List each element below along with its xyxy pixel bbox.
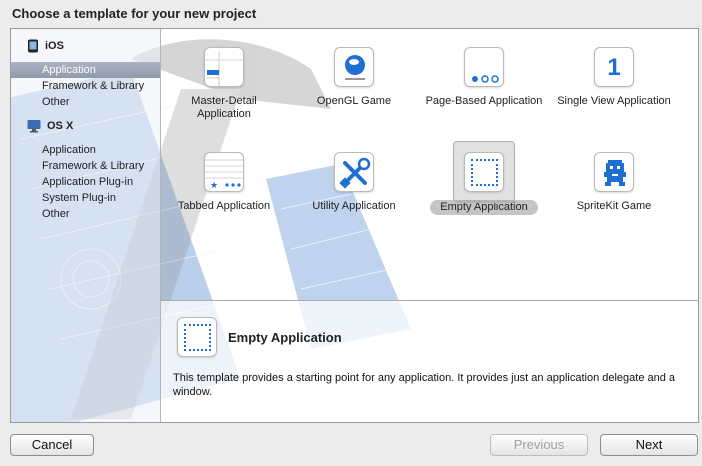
- template-category-sidebar: iOS Application Framework & Library Othe…: [11, 29, 161, 422]
- cancel-button[interactable]: Cancel: [10, 434, 94, 456]
- sidebar-item-ios-application[interactable]: Application: [11, 62, 160, 78]
- template-master-detail[interactable]: Master-Detail Application: [165, 47, 283, 121]
- template-label: OpenGL Game: [316, 95, 392, 107]
- description-title: Empty Application: [228, 330, 342, 345]
- template-opengl-game[interactable]: OpenGL Game: [295, 47, 413, 108]
- iphone-icon: [28, 39, 38, 53]
- template-tabbed[interactable]: ★ Tabbed Application: [165, 152, 283, 213]
- sidebar-group-ios: iOS: [27, 37, 64, 55]
- utility-icon: [334, 152, 374, 192]
- spritekit-icon: [594, 152, 634, 192]
- previous-button[interactable]: Previous: [490, 434, 588, 456]
- template-single-view[interactable]: 1 Single View Application: [555, 47, 673, 108]
- template-label: Page-Based Application: [425, 95, 543, 107]
- page-title: Choose a template for your new project: [12, 6, 257, 21]
- sidebar-item-osx-system-plugin[interactable]: System Plug-in: [11, 190, 160, 206]
- template-chooser-panel: iOS Application Framework & Library Othe…: [10, 28, 699, 423]
- sidebar-item-osx-framework-library[interactable]: Framework & Library: [11, 158, 160, 174]
- description-text: This template provides a starting point …: [173, 372, 676, 398]
- sidebar-item-osx-application[interactable]: Application: [11, 142, 160, 158]
- svg-text:★: ★: [210, 181, 218, 191]
- sidebar-group-osx: OS X: [27, 117, 73, 135]
- page-based-icon: [464, 47, 504, 87]
- template-empty-application[interactable]: Empty Application: [425, 141, 543, 215]
- sidebar-item-ios-framework-library[interactable]: Framework & Library: [11, 78, 160, 94]
- template-description-panel: Empty Application This template provides…: [161, 301, 698, 422]
- osx-icon: [27, 120, 41, 133]
- next-button[interactable]: Next: [600, 434, 698, 456]
- master-detail-icon: [204, 47, 244, 87]
- template-label: Single View Application: [557, 95, 671, 107]
- template-label: Utility Application: [312, 200, 396, 212]
- template-page-based[interactable]: Page-Based Application: [425, 47, 543, 108]
- sidebar-group-label: OS X: [47, 120, 74, 132]
- template-grid: Master-Detail Application OpenGL Game Pa…: [161, 29, 698, 300]
- sidebar-item-osx-application-plugin[interactable]: Application Plug-in: [11, 174, 160, 190]
- empty-application-icon: [177, 317, 217, 357]
- empty-application-icon: [464, 152, 504, 192]
- template-spritekit-game[interactable]: SpriteKit Game: [555, 152, 673, 213]
- tabbed-icon: ★: [204, 152, 244, 192]
- template-label: Master-Detail Application: [191, 95, 257, 120]
- sidebar-group-label: iOS: [45, 40, 64, 52]
- opengl-icon: [334, 47, 374, 87]
- template-label: SpriteKit Game: [576, 200, 652, 212]
- single-view-glyph: 1: [607, 54, 621, 81]
- template-label: Tabbed Application: [177, 200, 271, 212]
- template-utility[interactable]: Utility Application: [295, 152, 413, 213]
- sidebar-item-ios-other[interactable]: Other: [11, 94, 160, 110]
- sidebar-item-osx-other[interactable]: Other: [11, 206, 160, 222]
- single-view-icon: 1: [594, 47, 634, 87]
